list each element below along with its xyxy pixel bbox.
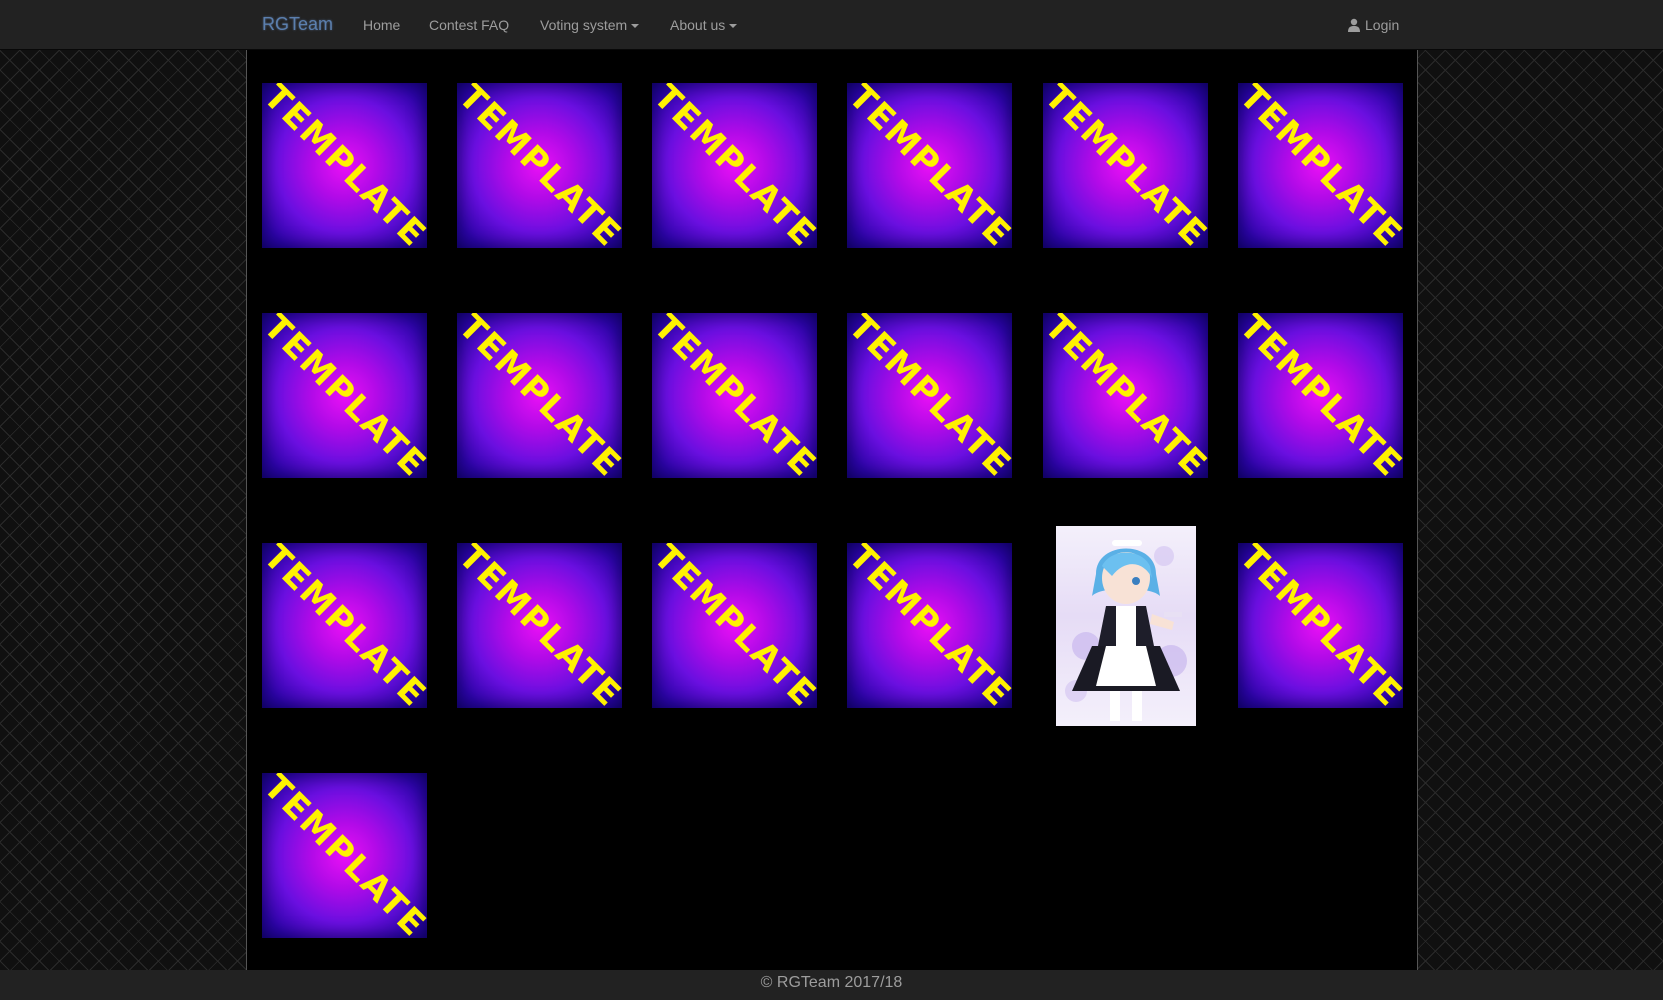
gallery-card-template[interactable]: TEMPLATE [262,543,427,708]
gallery-card-image[interactable] [1056,526,1196,726]
anime-maid-illustration [1065,540,1187,721]
login-link[interactable]: Login [1347,17,1399,33]
template-card-label: TEMPLATE [457,313,622,478]
template-card-label: TEMPLATE [1238,313,1403,478]
brand-link[interactable]: RGTeam [262,14,333,35]
template-card-label: TEMPLATE [652,83,817,248]
footer: © RGTeam 2017/18 [0,970,1663,1000]
nav-contest-faq-label: Contest FAQ [429,17,510,33]
nav-voting-system-dropdown[interactable]: Voting system [540,17,640,33]
nav-about-us-dropdown[interactable]: About us [670,17,738,33]
template-card-label: TEMPLATE [1043,313,1208,478]
template-card-label: TEMPLATE [652,313,817,478]
copyright-text: © RGTeam 2017/18 [760,974,903,991]
template-card-label: TEMPLATE [847,313,1012,478]
gallery-card-template[interactable]: TEMPLATE [1238,83,1403,248]
caret-down-icon [729,24,738,29]
template-card-label: TEMPLATE [457,83,622,248]
template-card-label: TEMPLATE [847,83,1012,248]
gallery-card-template[interactable]: TEMPLATE [457,83,622,248]
template-card-label: TEMPLATE [262,83,427,248]
caret-down-icon [631,24,640,29]
login-label: Login [1365,17,1400,33]
gallery-card-template[interactable]: TEMPLATE [1043,83,1208,248]
gallery-card-template[interactable]: TEMPLATE [262,83,427,248]
template-card-label: TEMPLATE [457,543,622,708]
user-icon [1348,18,1360,32]
navbar-container: RGTeam Home Contest FAQ Voting system Ab… [247,0,1402,50]
gallery-card-template[interactable]: TEMPLATE [847,83,1012,248]
nav-contest-faq[interactable]: Contest FAQ [429,17,509,33]
template-card-label: TEMPLATE [847,543,1012,708]
nav-voting-system-label: Voting system [540,17,628,33]
gallery-card-template[interactable]: TEMPLATE [457,313,622,478]
template-card-label: TEMPLATE [1238,543,1403,708]
gallery-card-template[interactable]: TEMPLATE [847,543,1012,708]
template-card-label: TEMPLATE [1238,83,1403,248]
nav-about-us-label: About us [670,17,726,33]
template-card-label: TEMPLATE [262,313,427,478]
template-card-label: TEMPLATE [652,543,817,708]
gallery-card-template[interactable]: TEMPLATE [652,543,817,708]
gallery-card-template[interactable]: TEMPLATE [1043,313,1208,478]
gallery-container: TEMPLATE TEMPLATE TEMPLATE TEMPLATE TEMPLATE… [246,50,1418,970]
gallery-card-template[interactable]: TEMPLATE [262,313,427,478]
template-card-label: TEMPLATE [262,543,427,708]
gallery-card-template[interactable]: TEMPLATE [847,313,1012,478]
template-card-label: TEMPLATE [1043,83,1208,248]
gallery-card-template[interactable]: TEMPLATE [652,313,817,478]
nav-home[interactable]: Home [363,17,400,33]
gallery-card-template[interactable]: TEMPLATE [1238,313,1403,478]
gallery-card-template[interactable]: TEMPLATE [1238,543,1403,708]
gallery-card-template[interactable]: TEMPLATE [262,773,427,938]
gallery-card-template[interactable]: TEMPLATE [652,83,817,248]
nav-home-label: Home [363,17,401,33]
gallery-card-template[interactable]: TEMPLATE [457,543,622,708]
template-card-label: TEMPLATE [262,773,427,938]
top-navbar: RGTeam Home Contest FAQ Voting system Ab… [0,0,1663,50]
